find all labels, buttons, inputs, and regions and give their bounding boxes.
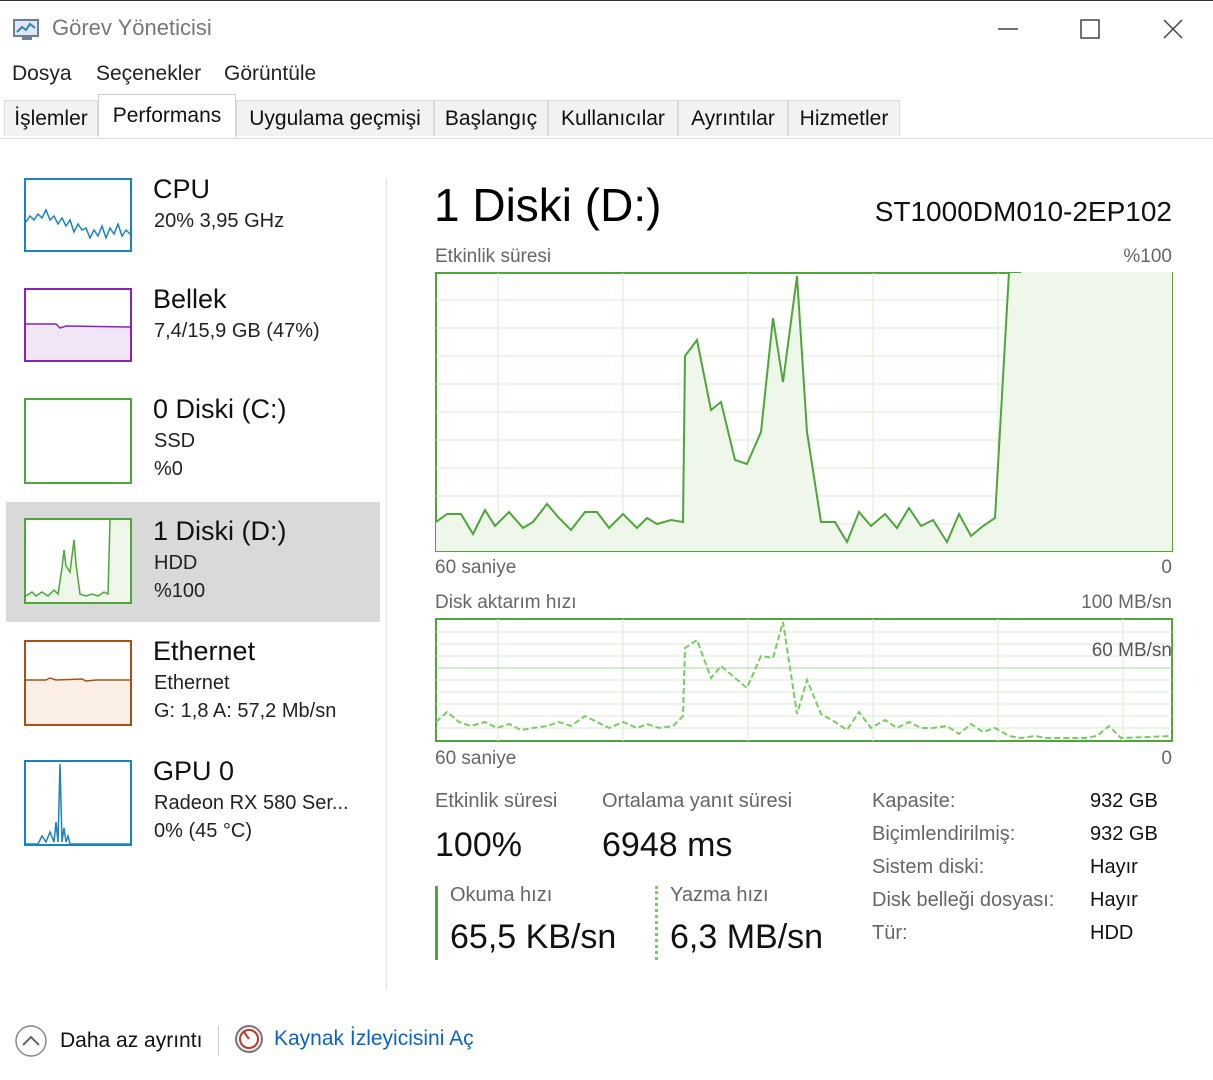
sidebar-line2: %0 bbox=[154, 458, 183, 480]
title-bar: Görev Yöneticisi bbox=[0, 0, 1213, 56]
sidebar-line2: %100 bbox=[154, 580, 206, 602]
less-details-label: Daha az ayrıntı bbox=[60, 1029, 203, 1052]
sidebar-line1: SSD bbox=[154, 430, 196, 452]
sidebar-title: 0 Diski (C:) bbox=[153, 394, 287, 424]
sidebar-title: GPU 0 bbox=[153, 756, 235, 786]
response-label: Ortalama yanıt süresi bbox=[602, 790, 793, 812]
activity-graph bbox=[435, 272, 1173, 552]
disk0-thumbnail bbox=[24, 398, 132, 484]
read-label: Okuma hızı bbox=[450, 884, 553, 906]
transfer-graph-min: 0 bbox=[1161, 748, 1172, 769]
activity-graph-min: 0 bbox=[1161, 557, 1172, 578]
menu-options[interactable]: Seçenekler bbox=[96, 62, 201, 86]
disk-title: 1 Diski (D:) bbox=[434, 179, 662, 231]
chevron-up-icon bbox=[15, 1025, 47, 1057]
read-value: 65,5 KB/sn bbox=[450, 918, 617, 956]
tab-details[interactable]: Ayrıntılar bbox=[678, 100, 788, 136]
tab-startup[interactable]: Başlangıç bbox=[434, 100, 548, 136]
window-title: Görev Yöneticisi bbox=[52, 15, 212, 40]
gpu-thumbnail bbox=[24, 760, 132, 846]
sidebar-line2: 0% (45 °C) bbox=[154, 820, 253, 842]
response-value: 6948 ms bbox=[602, 826, 733, 864]
disk-model: ST1000DM010-2EP102 bbox=[874, 196, 1172, 227]
activity-graph-time: 60 saniye bbox=[435, 557, 517, 578]
sidebar-item-gpu[interactable]: GPU 0 Radeon RX 580 Ser... 0% (45 °C) bbox=[6, 752, 380, 872]
resource-monitor-icon bbox=[235, 1025, 263, 1053]
less-details-button[interactable]: Daha az ayrıntı bbox=[14, 1024, 202, 1058]
prop-capacity-value: 932 GB bbox=[1090, 790, 1158, 812]
transfer-graph-label: Disk aktarım hızı bbox=[435, 592, 577, 613]
cpu-thumbnail bbox=[24, 178, 132, 252]
prop-type-label: Tür: bbox=[872, 922, 908, 944]
tab-processes[interactable]: İşlemler bbox=[4, 100, 98, 136]
menu-view[interactable]: Görüntüle bbox=[224, 62, 316, 86]
sidebar-line2: G: 1,8 A: 57,2 Mb/sn bbox=[154, 700, 337, 722]
prop-formatted-value: 932 GB bbox=[1090, 823, 1158, 845]
close-icon bbox=[1163, 19, 1183, 39]
activity-graph-max: %100 bbox=[1123, 246, 1172, 267]
tab-performance[interactable]: Performans bbox=[98, 94, 236, 137]
tab-bar: İşlemler Performans Uygulama geçmişi Baş… bbox=[0, 94, 1213, 139]
menu-bar: Dosya Seçenekler Görüntüle bbox=[0, 56, 1213, 92]
sidebar-line1: Radeon RX 580 Ser... bbox=[154, 792, 349, 814]
tab-services[interactable]: Hizmetler bbox=[788, 100, 900, 136]
sidebar-title: 1 Diski (D:) bbox=[153, 516, 287, 546]
prop-page-file-value: Hayır bbox=[1090, 889, 1138, 911]
prop-type-value: HDD bbox=[1090, 922, 1134, 944]
activity-value: 100% bbox=[435, 826, 522, 864]
prop-system-disk-label: Sistem diski: bbox=[872, 856, 985, 878]
prop-system-disk-value: Hayır bbox=[1090, 856, 1138, 878]
write-indicator bbox=[655, 886, 658, 960]
activity-label: Etkinlik süresi bbox=[435, 790, 558, 812]
activity-graph-label: Etkinlik süresi bbox=[435, 246, 552, 267]
sidebar-item-cpu[interactable]: CPU 20% 3,95 GHz bbox=[6, 170, 380, 290]
disk1-thumbnail bbox=[24, 518, 132, 604]
write-label: Yazma hızı bbox=[670, 884, 769, 906]
prop-formatted-label: Biçimlendirilmiş: bbox=[872, 823, 1016, 845]
sidebar-line1: Ethernet bbox=[154, 672, 230, 694]
prop-capacity-label: Kapasite: bbox=[872, 790, 956, 812]
prop-page-file-label: Disk belleği dosyası: bbox=[872, 889, 1055, 911]
close-button[interactable] bbox=[1133, 1, 1213, 57]
footer-separator bbox=[218, 1026, 219, 1056]
sidebar-divider bbox=[386, 178, 387, 990]
footer: Daha az ayrıntı Kaynak İzleyicisini Aç bbox=[0, 1006, 1213, 1080]
transfer-graph-time: 60 saniye bbox=[435, 748, 517, 769]
sidebar-item-memory[interactable]: Bellek 7,4/15,9 GB (47%) bbox=[6, 280, 380, 400]
minimize-button[interactable] bbox=[968, 1, 1048, 57]
sidebar-line1: 20% 3,95 GHz bbox=[154, 210, 285, 232]
memory-thumbnail bbox=[24, 288, 132, 362]
sidebar-item-disk-0[interactable]: 0 Diski (C:) SSD %0 bbox=[6, 390, 380, 510]
task-manager-icon bbox=[13, 19, 39, 40]
transfer-graph-max: 100 MB/sn bbox=[1081, 592, 1172, 613]
tab-users[interactable]: Kullanıcılar bbox=[548, 100, 678, 136]
read-indicator bbox=[435, 886, 438, 960]
resource-monitor-label: Kaynak İzleyicisini Aç bbox=[274, 1027, 474, 1050]
sidebar-item-ethernet[interactable]: Ethernet Ethernet G: 1,8 A: 57,2 Mb/sn bbox=[6, 632, 380, 752]
sidebar-item-disk-1[interactable]: 1 Diski (D:) HDD %100 bbox=[6, 502, 380, 622]
menu-file[interactable]: Dosya bbox=[12, 62, 72, 86]
tab-app-history[interactable]: Uygulama geçmişi bbox=[236, 100, 434, 136]
sidebar-title: CPU bbox=[153, 174, 211, 204]
transfer-graph bbox=[435, 618, 1173, 742]
resource-monitor-link[interactable]: Kaynak İzleyicisini Aç bbox=[234, 1024, 474, 1054]
write-value: 6,3 MB/sn bbox=[670, 918, 824, 956]
sidebar-line1: HDD bbox=[154, 552, 198, 574]
maximize-button[interactable] bbox=[1050, 1, 1130, 57]
maximize-icon bbox=[1080, 19, 1100, 39]
sidebar-line1: 7,4/15,9 GB (47%) bbox=[154, 320, 320, 342]
transfer-graph-mid: 60 MB/sn bbox=[1091, 640, 1172, 661]
minimize-icon bbox=[998, 28, 1018, 30]
ethernet-thumbnail bbox=[24, 640, 132, 726]
sidebar-title: Bellek bbox=[153, 284, 227, 314]
sidebar-title: Ethernet bbox=[153, 636, 256, 666]
